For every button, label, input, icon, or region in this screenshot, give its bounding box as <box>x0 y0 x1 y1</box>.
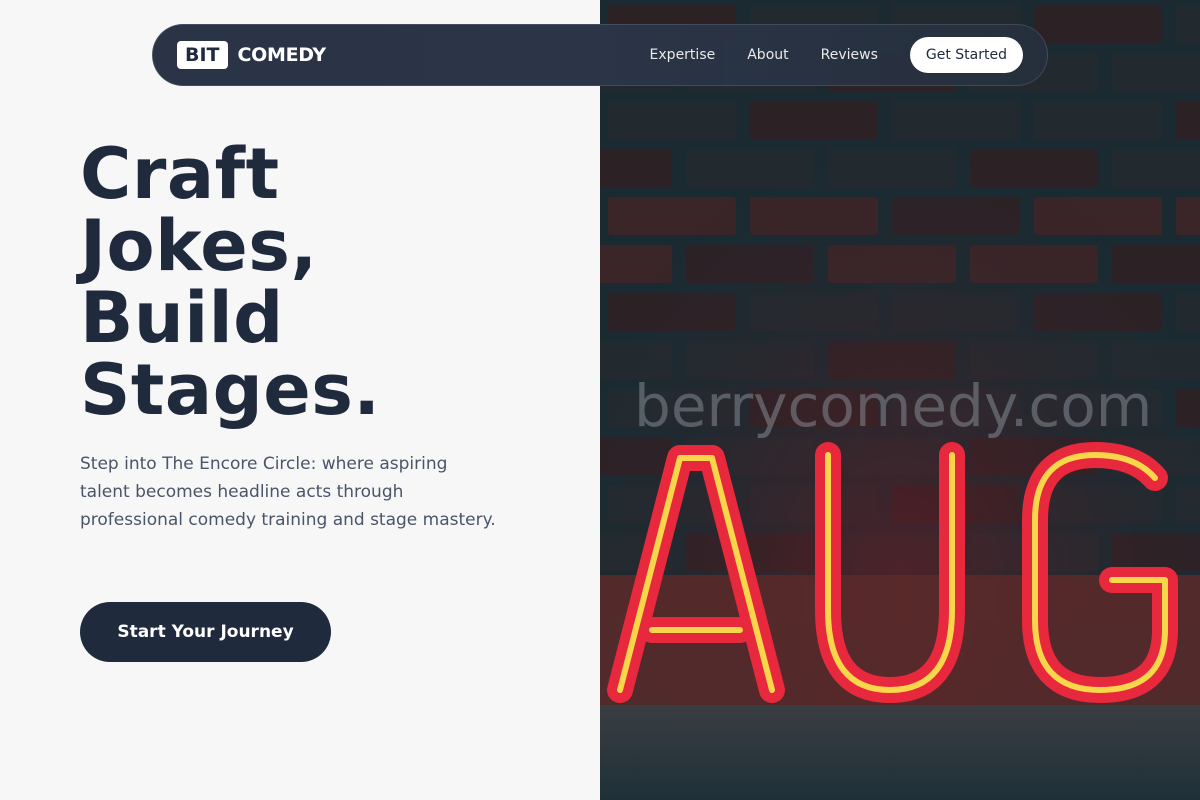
nav-links: Expertise About Reviews Get Started <box>650 37 1047 73</box>
nav-link-reviews[interactable]: Reviews <box>821 47 878 63</box>
headline-line: Jokes, <box>80 205 318 287</box>
logo-mark: BIT <box>177 41 228 69</box>
navbar: BIT COMEDY Expertise About Reviews Get S… <box>152 24 1048 86</box>
hero-subtext: Step into The Encore Circle: where aspir… <box>80 454 496 530</box>
headline-line: Stages. <box>80 349 381 431</box>
hero-image: berrycomedy.com <box>600 0 1200 800</box>
get-started-button[interactable]: Get Started <box>909 37 1023 73</box>
headline-line: Build <box>80 277 284 359</box>
watermark-text: berrycomedy.com <box>634 372 1153 440</box>
hero-headline: Craft Jokes, Build Stages. <box>80 138 560 426</box>
logo-text: COMEDY <box>237 44 327 66</box>
start-journey-button[interactable]: Start Your Journey <box>80 602 331 662</box>
headline-line: Craft <box>80 133 280 215</box>
nav-link-about[interactable]: About <box>747 47 788 63</box>
nav-link-expertise[interactable]: Expertise <box>650 47 716 63</box>
logo[interactable]: BIT COMEDY <box>177 41 326 69</box>
